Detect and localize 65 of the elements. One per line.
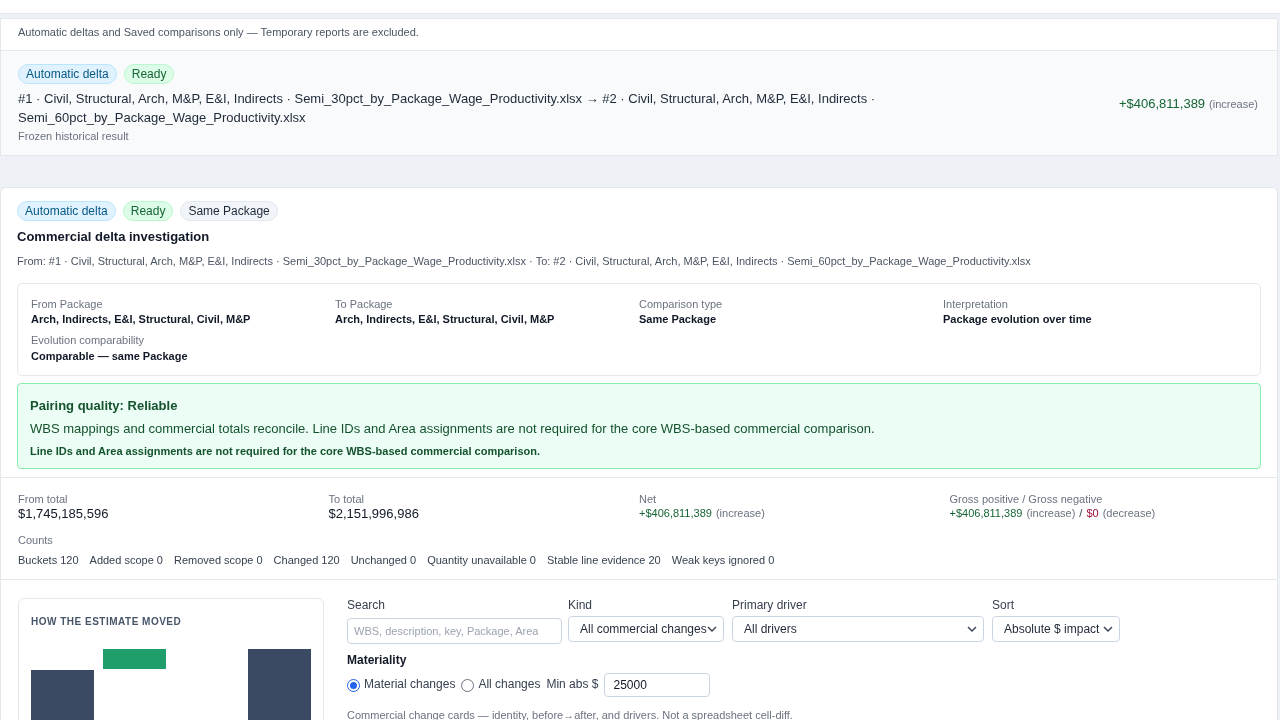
comparison-item[interactable] bbox=[1, 50, 1277, 155]
fact-label: Interpretation bbox=[943, 296, 1009, 312]
delta-note: (increase) bbox=[1209, 96, 1258, 111]
quality-text: WBS mappings and commercial totals reconcile. Line IDs and Area assignments are not required for the core WBS-based commercial comparison. bbox=[30, 420, 876, 438]
status-badge: Ready bbox=[122, 200, 174, 221]
field-label: Materiality bbox=[347, 653, 408, 669]
count-item: Weak keys ignored 0 bbox=[671, 552, 775, 567]
radio-option[interactable]: All changes bbox=[461, 677, 541, 693]
field-label: Min abs $ bbox=[546, 677, 599, 693]
net-amount: +$406,811,389 bbox=[639, 506, 712, 521]
gross-positive-amount: +$406,811,389 bbox=[949, 506, 1023, 521]
fact-value: Same Package bbox=[639, 312, 718, 327]
count-item: Unchanged 0 bbox=[350, 552, 417, 567]
radio-option[interactable]: Material changes bbox=[347, 677, 456, 693]
quality-note: Line IDs and Area assignments are not required for the core WBS-based commercial comparison. bbox=[30, 443, 541, 459]
delta-amount: +$406,811,389 bbox=[1118, 95, 1206, 113]
total-value: $1,745,185,596 bbox=[18, 506, 110, 524]
fact-label: To Package bbox=[335, 296, 394, 312]
total-label: Gross positive / Gross negative bbox=[949, 492, 1104, 507]
counts-label: Counts bbox=[18, 533, 54, 548]
field-label: Kind bbox=[568, 597, 594, 614]
status-badge: Automatic delta bbox=[17, 200, 116, 221]
dropdown-select[interactable]: All commercial changes bbox=[568, 616, 724, 643]
count-item: Added scope 0 bbox=[89, 552, 163, 567]
total-label: From total bbox=[18, 492, 69, 507]
section-title: Commercial delta investigation bbox=[17, 228, 211, 246]
total-label: Net bbox=[639, 492, 658, 507]
total-label: To total bbox=[328, 492, 365, 507]
gross-negative-note: (decrease) bbox=[1102, 506, 1156, 521]
fact-value: Arch, Indirects, E&I, Structural, Civil, M&P bbox=[31, 312, 252, 327]
quality-title: Pairing quality: Reliable bbox=[30, 397, 179, 415]
status-badge: Same Package bbox=[180, 200, 278, 221]
gross-negative-amount: $0 bbox=[1086, 506, 1099, 521]
fact-value: Comparable — same Package bbox=[31, 348, 189, 363]
fact-label: Comparison type bbox=[639, 296, 724, 312]
comparison-route: From: #1 · Civil, Structural, Arch, M&P, E&I, Indirects · Semi_30pct_by_Package_Wage_Productivity.xlsx · To: #2 · Civil, Structural, Arch, M&P, E&I, Indirects · Semi_60pct_by_Package_Wage_Productivity.xlsx bbox=[17, 254, 1032, 269]
chevron-down-icon bbox=[707, 626, 717, 633]
field-label: Primary driver bbox=[732, 597, 808, 614]
separator-text: / bbox=[1079, 506, 1083, 521]
chevron-down-icon bbox=[967, 626, 977, 633]
search-field[interactable]: WBS, description, key, Package, Area bbox=[347, 618, 562, 645]
comparison-title: #1 · Civil, Structural, Arch, M&P, E&I, Indirects · Semi_30pct_by_Package_Wage_Productivity.xlsx → #2 · Civil, Structural, Arch, M&P, E&I, Indirects · Semi_60pct_by_Package_Wage_Productivity.xlsx bbox=[18, 90, 877, 128]
status-badge: Ready bbox=[123, 64, 175, 85]
comparison-subtitle: Frozen historical result bbox=[18, 129, 130, 144]
net-note: (increase) bbox=[715, 506, 765, 521]
fact-label: From Package bbox=[31, 296, 104, 312]
count-item: Changed 120 bbox=[273, 552, 340, 567]
count-item: Buckets 120 bbox=[18, 552, 79, 567]
amount-field[interactable]: 25000 bbox=[604, 673, 711, 697]
fact-value: Package evolution over time bbox=[943, 312, 1093, 327]
count-item: Stable line evidence 20 bbox=[547, 552, 661, 567]
chevron-down-icon bbox=[1103, 626, 1113, 633]
count-item: Removed scope 0 bbox=[173, 552, 263, 567]
status-badge: Automatic delta bbox=[18, 64, 117, 85]
chart-title: HOW THE ESTIMATE MOVED bbox=[31, 614, 183, 628]
total-value: $2,151,996,986 bbox=[328, 506, 420, 524]
fact-value: Arch, Indirects, E&I, Structural, Civil, M&P bbox=[335, 312, 556, 327]
field-label: Sort bbox=[992, 597, 1015, 614]
field-label: Search bbox=[347, 597, 387, 614]
filter-note: Automatic deltas and Saved comparisons only — Temporary reports are excluded. bbox=[17, 25, 420, 40]
count-item: Quantity unavailable 0 bbox=[427, 552, 536, 567]
fact-label: Evolution comparability bbox=[31, 333, 146, 348]
gross-positive-note: (increase) bbox=[1026, 506, 1076, 521]
dropdown-select[interactable]: All drivers bbox=[732, 616, 984, 643]
dropdown-select[interactable]: Absolute $ impact bbox=[992, 616, 1120, 643]
